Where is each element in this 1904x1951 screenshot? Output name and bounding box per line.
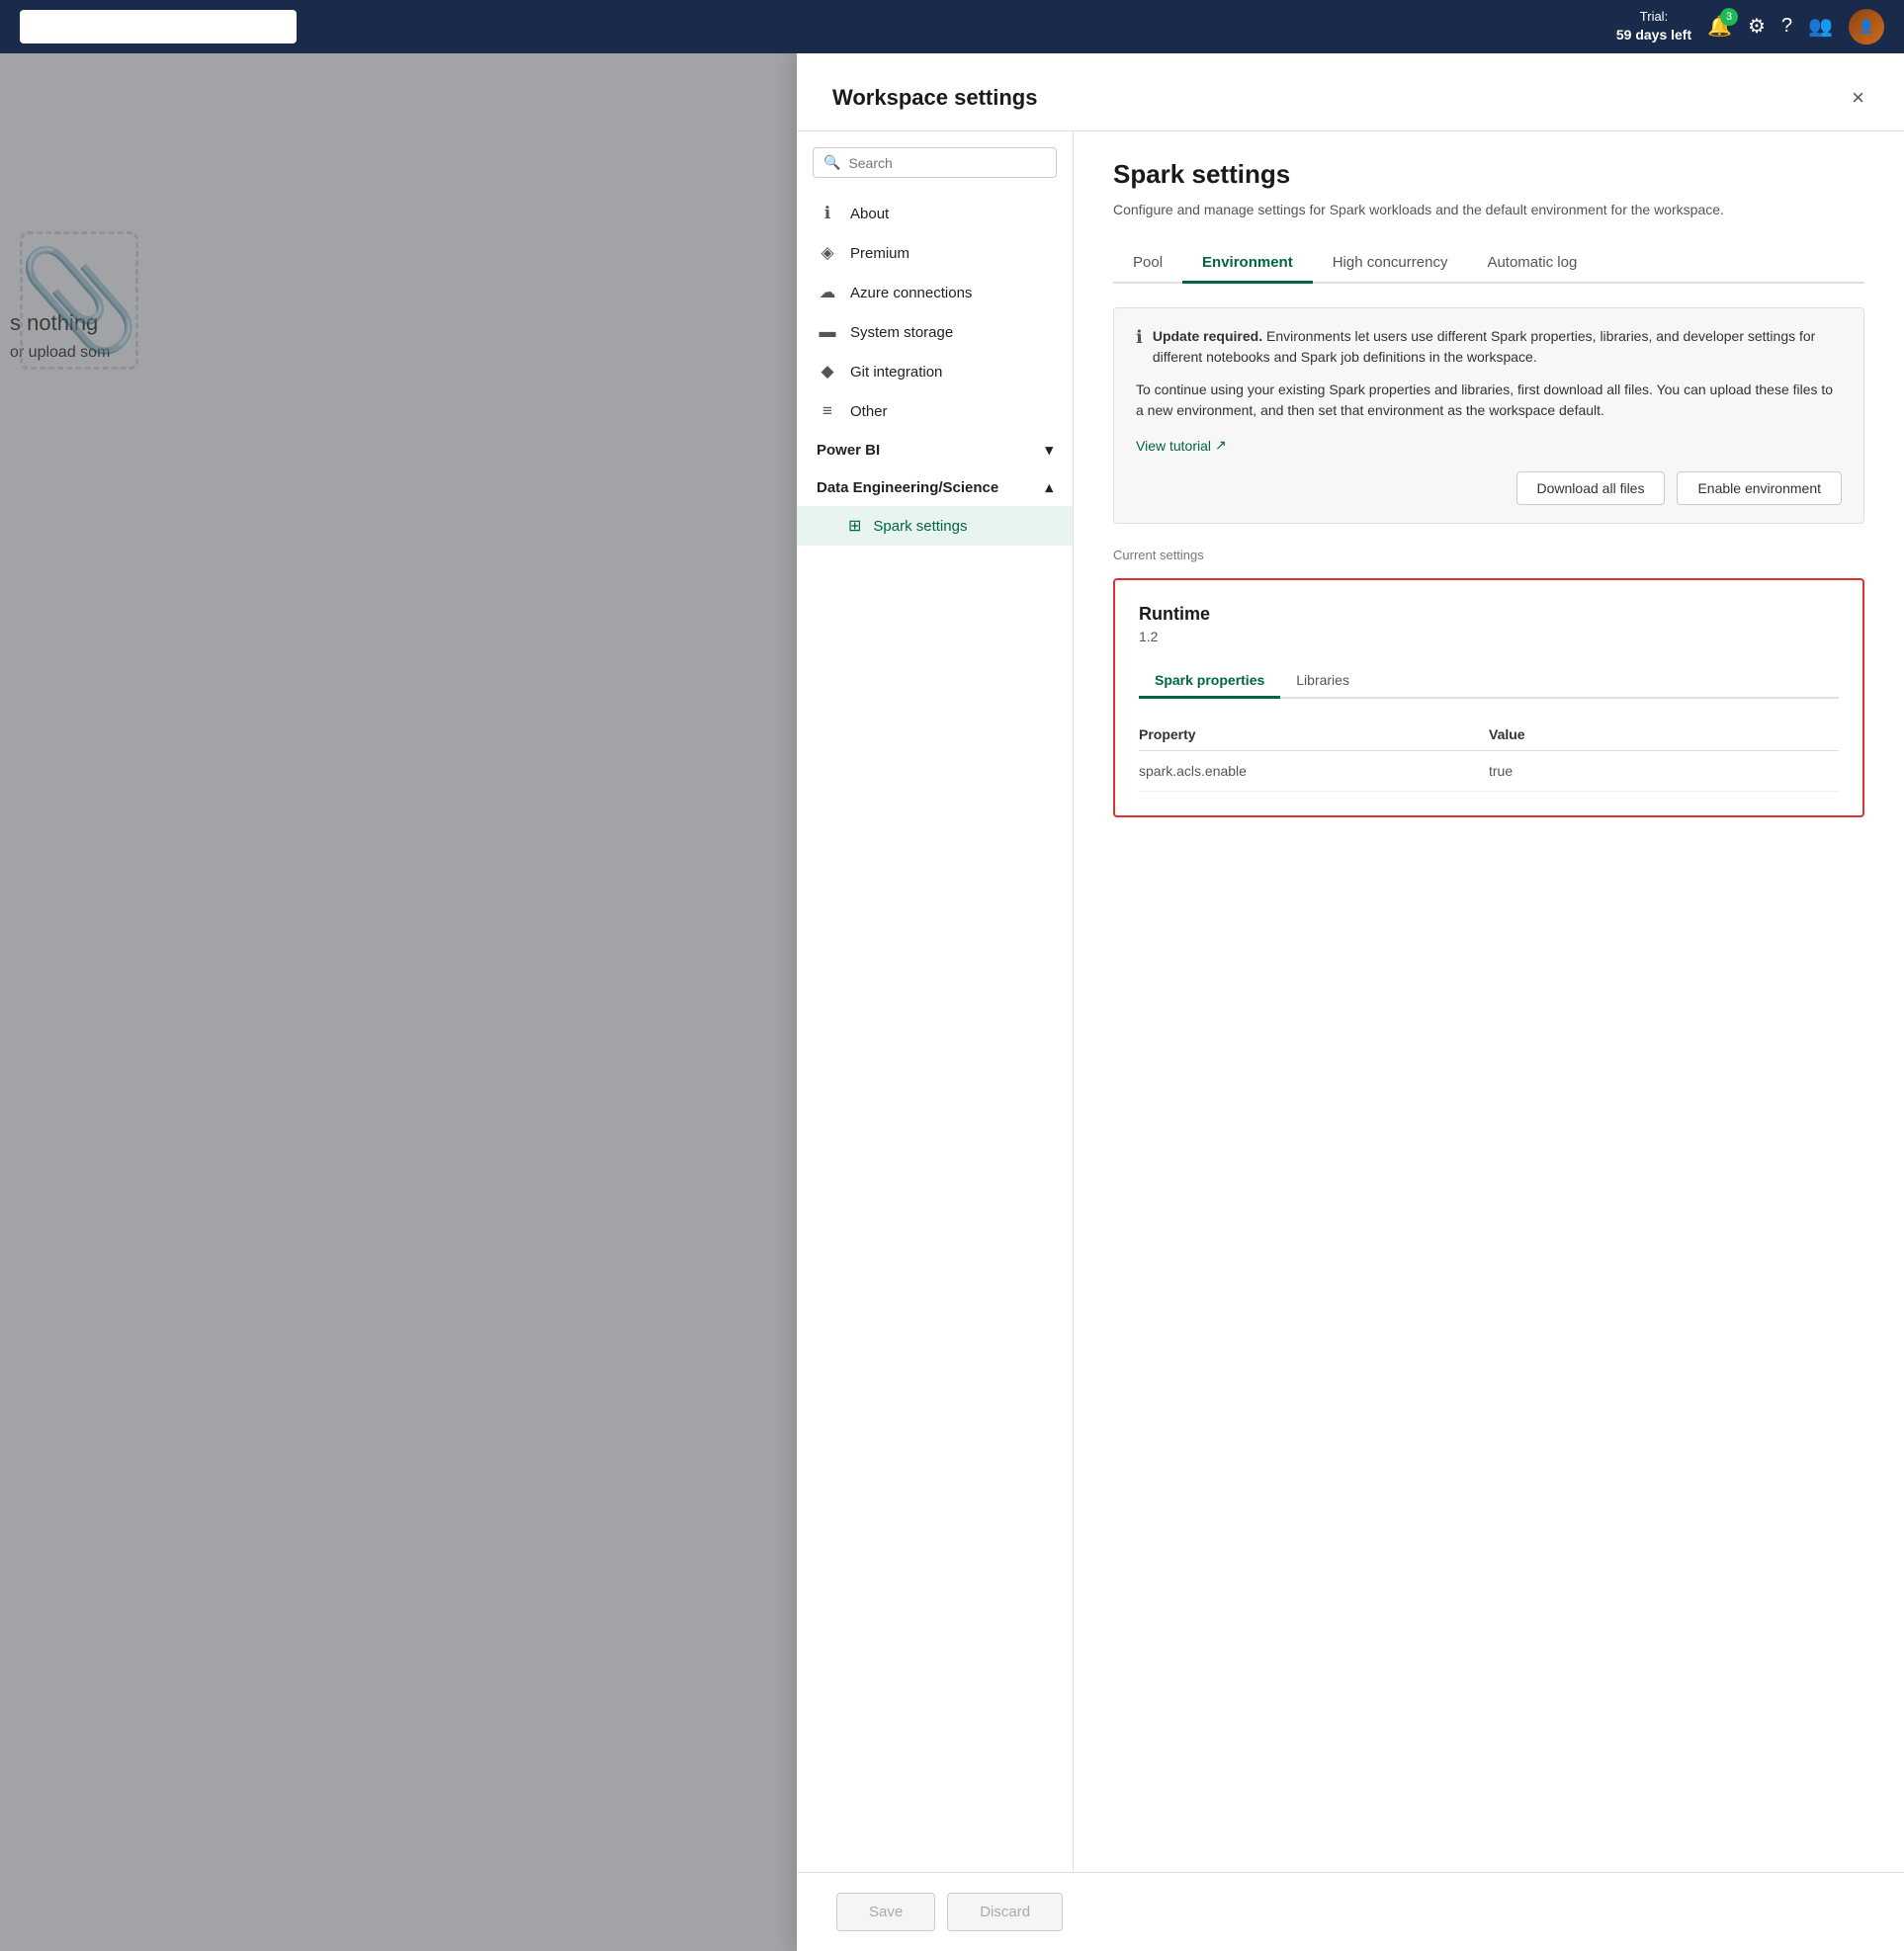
git-icon: ◆ xyxy=(817,362,838,382)
enable-environment-button[interactable]: Enable environment xyxy=(1677,471,1842,505)
help-icon[interactable]: ? xyxy=(1781,16,1792,39)
search-input[interactable] xyxy=(848,155,1046,171)
property-cell: spark.acls.enable xyxy=(1139,750,1489,791)
download-all-files-button[interactable]: Download all files xyxy=(1516,471,1666,505)
topbar-right: Trial: 59 days left 🔔 3 ⚙ ? 👥 👤 xyxy=(1616,8,1884,45)
properties-table: Property Value spark.acls.enabletrue xyxy=(1139,719,1839,792)
sidebar-item-other-label: Other xyxy=(850,403,888,420)
spark-settings-icon: ⊞ xyxy=(848,516,861,536)
inner-tab-spark-properties[interactable]: Spark properties xyxy=(1139,664,1280,699)
discard-button[interactable]: Discard xyxy=(947,1893,1063,1931)
sidebar-item-git-label: Git integration xyxy=(850,364,942,381)
alert-box: ℹ Update required. Environments let user… xyxy=(1113,307,1864,524)
runtime-version: 1.2 xyxy=(1139,629,1839,644)
table-row: spark.acls.enabletrue xyxy=(1139,750,1839,791)
sidebar-item-other[interactable]: ≡ Other xyxy=(797,391,1073,431)
chevron-down-icon: ▾ xyxy=(1045,441,1053,459)
sidebar-item-azure-connections[interactable]: ☁ Azure connections xyxy=(797,273,1073,312)
alert-description: To continue using your existing Spark pr… xyxy=(1136,380,1842,421)
about-icon: ℹ xyxy=(817,204,838,223)
search-box[interactable]: 🔍 xyxy=(813,147,1057,178)
sidebar-item-about[interactable]: ℹ About xyxy=(797,194,1073,233)
data-engineering-label: Data Engineering/Science xyxy=(817,479,998,496)
inner-tab-bar: Spark properties Libraries xyxy=(1139,664,1839,699)
sidebar-item-azure-label: Azure connections xyxy=(850,285,972,301)
premium-icon: ◈ xyxy=(817,243,838,263)
sidebar: 🔍 ℹ About ◈ Premium ☁ Azure connections … xyxy=(797,131,1074,1872)
modal-panel: Workspace settings × 🔍 ℹ About ◈ Premium… xyxy=(797,53,1904,1951)
value-cell: true xyxy=(1489,750,1839,791)
inner-tab-libraries[interactable]: Libraries xyxy=(1280,664,1365,699)
footer-bar: Save Discard xyxy=(797,1872,1904,1951)
modal-header: Workspace settings × xyxy=(797,53,1904,131)
tab-pool[interactable]: Pool xyxy=(1113,244,1182,284)
alert-info-icon: ℹ xyxy=(1136,327,1143,348)
modal-body: 🔍 ℹ About ◈ Premium ☁ Azure connections … xyxy=(797,131,1904,1872)
sidebar-group-data-engineering[interactable]: Data Engineering/Science ▴ xyxy=(797,468,1073,506)
spark-settings-label: Spark settings xyxy=(873,518,967,535)
user-avatar[interactable]: 👤 xyxy=(1849,9,1884,44)
settings-box: Runtime 1.2 Spark properties Libraries P… xyxy=(1113,578,1864,817)
topbar-search-box[interactable] xyxy=(20,10,297,43)
topbar: Trial: 59 days left 🔔 3 ⚙ ? 👥 👤 xyxy=(0,0,1904,53)
search-icon: 🔍 xyxy=(823,154,840,171)
tab-high-concurrency[interactable]: High concurrency xyxy=(1313,244,1468,284)
runtime-title: Runtime xyxy=(1139,604,1839,625)
settings-icon[interactable]: ⚙ xyxy=(1748,15,1766,40)
sidebar-item-premium[interactable]: ◈ Premium xyxy=(797,233,1073,273)
sidebar-group-power-bi[interactable]: Power BI ▾ xyxy=(797,431,1073,468)
alert-text: Update required. Environments let users … xyxy=(1153,326,1842,368)
modal-close-button[interactable]: × xyxy=(1848,81,1868,115)
sidebar-item-about-label: About xyxy=(850,206,889,222)
sidebar-item-storage-label: System storage xyxy=(850,324,953,341)
main-content: Spark settings Configure and manage sett… xyxy=(1074,131,1904,1872)
other-icon: ≡ xyxy=(817,401,838,421)
people-icon[interactable]: 👥 xyxy=(1808,15,1833,40)
current-settings-label: Current settings xyxy=(1113,548,1864,562)
alert-header: ℹ Update required. Environments let user… xyxy=(1136,326,1842,368)
sidebar-item-system-storage[interactable]: ▬ System storage xyxy=(797,312,1073,352)
storage-icon: ▬ xyxy=(817,322,838,342)
external-link-icon: ↗ xyxy=(1215,437,1227,454)
azure-icon: ☁ xyxy=(817,283,838,302)
page-description: Configure and manage settings for Spark … xyxy=(1113,200,1805,220)
sidebar-item-git-integration[interactable]: ◆ Git integration xyxy=(797,352,1073,391)
chevron-up-icon: ▴ xyxy=(1045,478,1053,496)
alert-actions: Download all files Enable environment xyxy=(1136,471,1842,505)
notification-icon[interactable]: 🔔 3 xyxy=(1707,15,1732,40)
page-title: Spark settings xyxy=(1113,159,1864,190)
view-tutorial-link[interactable]: View tutorial ↗ xyxy=(1136,437,1227,454)
col-value: Value xyxy=(1489,719,1839,751)
sidebar-subitem-spark-settings[interactable]: ⊞ Spark settings xyxy=(797,506,1073,546)
trial-info: Trial: 59 days left xyxy=(1616,8,1691,45)
sidebar-item-premium-label: Premium xyxy=(850,245,909,262)
notification-badge: 3 xyxy=(1720,9,1738,27)
modal-title: Workspace settings xyxy=(832,85,1037,111)
tab-environment[interactable]: Environment xyxy=(1182,244,1313,284)
power-bi-label: Power BI xyxy=(817,442,880,459)
save-button[interactable]: Save xyxy=(836,1893,935,1931)
col-property: Property xyxy=(1139,719,1489,751)
tab-automatic-log[interactable]: Automatic log xyxy=(1467,244,1597,284)
tab-bar: Pool Environment High concurrency Automa… xyxy=(1113,244,1864,284)
